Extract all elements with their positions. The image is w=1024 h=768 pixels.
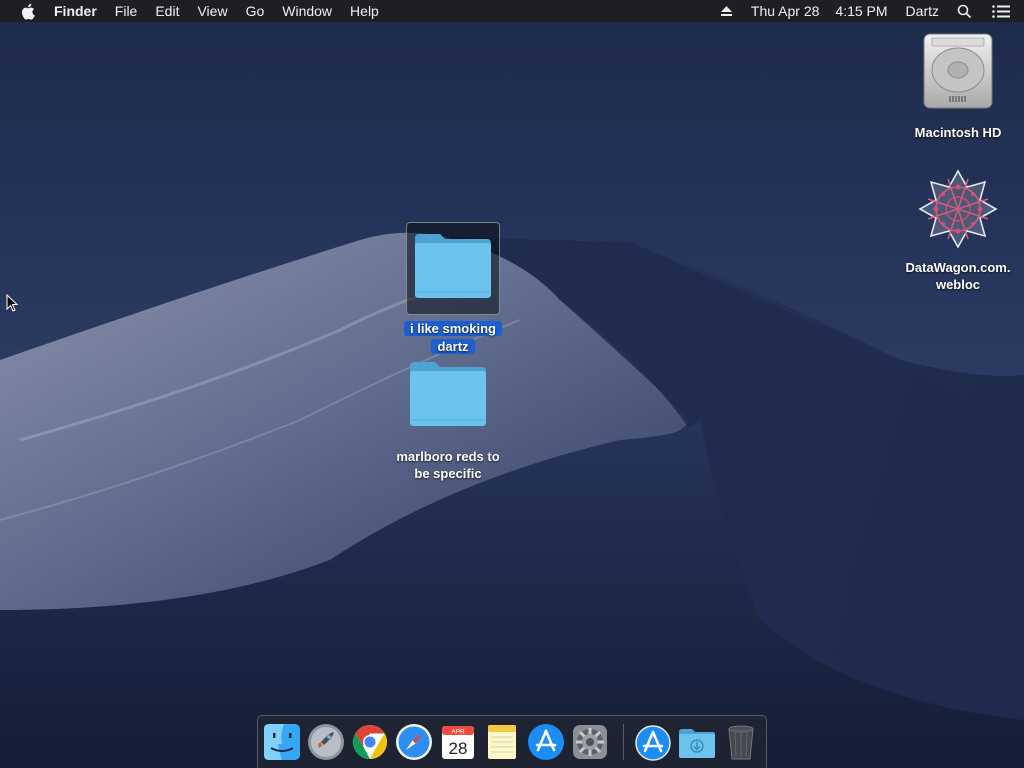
folder1-label-row2: dartz bbox=[431, 339, 475, 354]
app-store-stack-icon bbox=[635, 725, 671, 761]
chrome-icon bbox=[353, 725, 387, 759]
dock-app-store-stack[interactable] bbox=[633, 722, 673, 762]
desktop-icon-macintosh-hd[interactable]: Macintosh HD bbox=[900, 30, 1016, 141]
dock-chrome[interactable] bbox=[350, 722, 390, 762]
dock-separator bbox=[623, 724, 624, 760]
apple-logo-icon bbox=[22, 3, 35, 20]
safari-compass-icon bbox=[396, 724, 432, 760]
desktop-icon-folder-marlboro-reds[interactable]: marlboro reds to be specific bbox=[388, 356, 508, 482]
eject-icon[interactable] bbox=[710, 0, 743, 22]
menu-date[interactable]: Thu Apr 28 bbox=[743, 0, 828, 22]
calendar-icon: APR 28 bbox=[442, 726, 474, 759]
dock-finder[interactable] bbox=[262, 722, 302, 762]
apple-menu[interactable] bbox=[0, 3, 45, 20]
dock: APR 28 bbox=[257, 715, 767, 768]
folder1-label-line2: dartz bbox=[434, 339, 472, 354]
dock-downloads-folder[interactable] bbox=[677, 722, 717, 762]
folder2-label-line2: be specific bbox=[414, 466, 482, 481]
menu-file[interactable]: File bbox=[106, 0, 147, 22]
mouse-cursor-icon bbox=[6, 294, 18, 312]
downloads-folder-icon bbox=[679, 729, 715, 758]
dock-launchpad[interactable] bbox=[306, 722, 346, 762]
trash-icon bbox=[728, 725, 754, 760]
menu-edit[interactable]: Edit bbox=[146, 0, 188, 22]
dock-safari[interactable] bbox=[394, 722, 434, 762]
menu-help[interactable]: Help bbox=[341, 0, 388, 22]
folder1-label-line1: i like smoking bbox=[407, 321, 499, 336]
dock-trash[interactable] bbox=[721, 722, 761, 762]
menu-window[interactable]: Window bbox=[273, 0, 341, 22]
notification-center-icon[interactable] bbox=[982, 0, 1024, 22]
spotlight-search-icon[interactable] bbox=[947, 0, 982, 22]
menu-time[interactable]: 4:15 PM bbox=[827, 0, 895, 22]
desktop-icon-folder-i-like-smoking-dartz[interactable]: i like smoking dartz bbox=[393, 228, 513, 356]
calendar-month: APR bbox=[451, 729, 465, 736]
menu-bar: Finder File Edit View Go Window Help Thu… bbox=[0, 0, 1024, 22]
menu-user[interactable]: Dartz bbox=[896, 0, 947, 22]
finder-icon bbox=[264, 724, 300, 760]
desktop-icon-datawagon-webloc[interactable]: DataWagon.com. webloc bbox=[895, 168, 1021, 293]
dock-app-store[interactable] bbox=[526, 722, 566, 762]
folder-icon bbox=[415, 234, 491, 298]
dock-calendar[interactable]: APR 28 bbox=[438, 722, 478, 762]
wallpaper bbox=[0, 232, 1024, 768]
menu-go[interactable]: Go bbox=[237, 0, 274, 22]
datawagon-label-line2: webloc bbox=[935, 277, 981, 292]
notes-icon bbox=[488, 725, 516, 759]
menu-app-name[interactable]: Finder bbox=[45, 0, 106, 22]
launchpad-rocket-icon bbox=[308, 724, 344, 760]
app-store-icon bbox=[528, 724, 564, 760]
datawagon-label-line1: DataWagon.com. bbox=[905, 260, 1011, 275]
macintosh-hd-label: Macintosh HD bbox=[914, 125, 1002, 140]
folder1-label: i like smoking bbox=[404, 321, 502, 336]
dock-notes[interactable] bbox=[482, 722, 522, 762]
desktop[interactable]: Finder File Edit View Go Window Help Thu… bbox=[0, 0, 1024, 768]
folder2-label-line1: marlboro reds to bbox=[396, 449, 500, 464]
dock-system-preferences[interactable] bbox=[570, 722, 610, 762]
calendar-day: 28 bbox=[449, 739, 468, 758]
webloc-star-icon bbox=[918, 169, 998, 249]
folder-icon bbox=[410, 362, 486, 426]
hard-drive-icon bbox=[923, 33, 993, 109]
menu-view[interactable]: View bbox=[188, 0, 236, 22]
system-preferences-gear-icon bbox=[573, 725, 607, 759]
